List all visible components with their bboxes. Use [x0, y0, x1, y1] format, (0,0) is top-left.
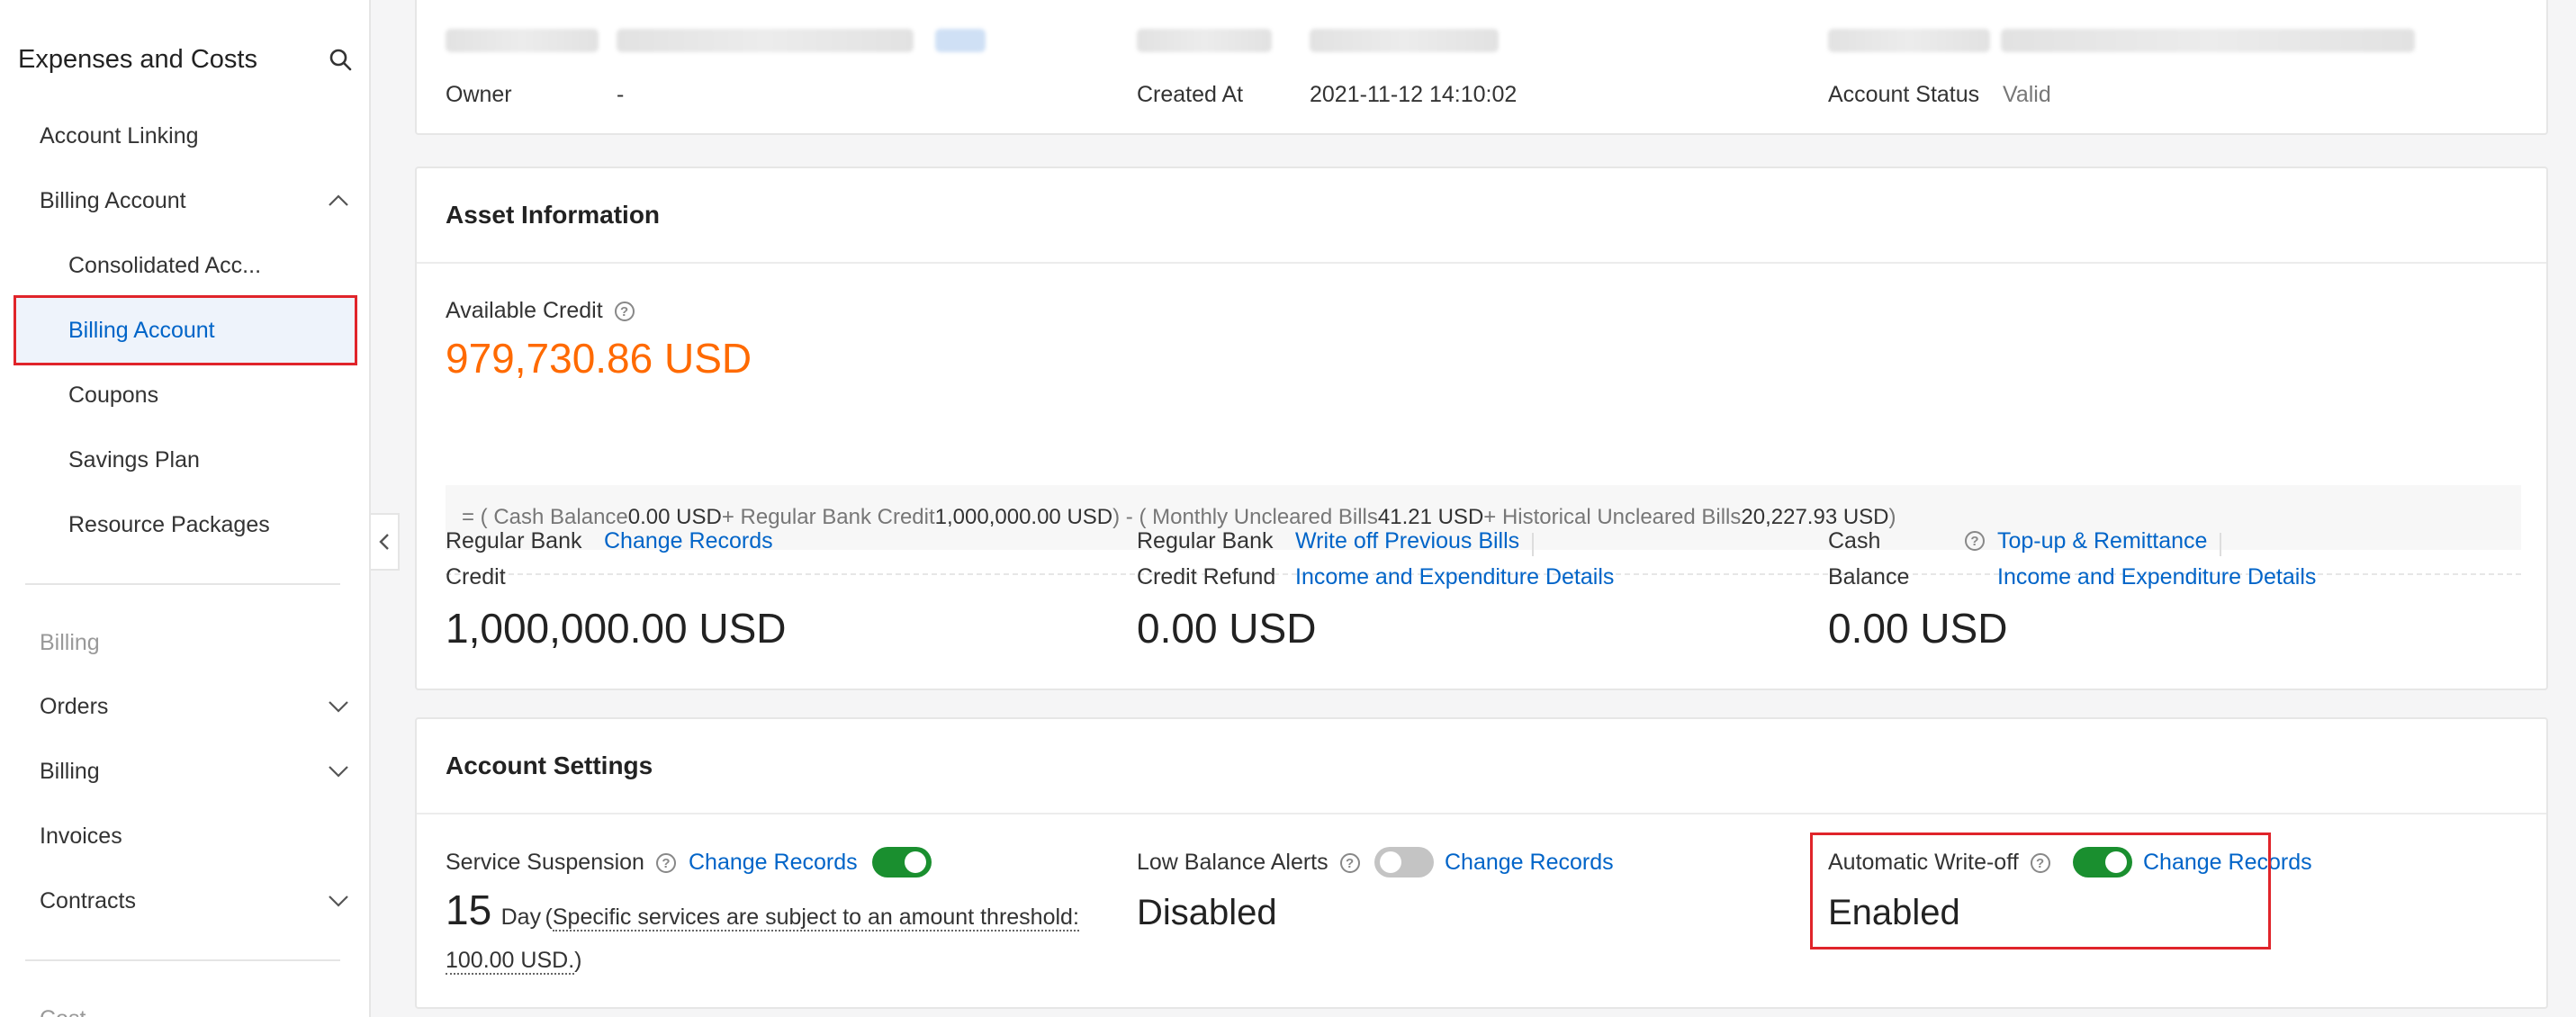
sidebar-item-coupons[interactable]: Coupons: [0, 366, 371, 424]
sidebar-header: Expenses and Costs: [18, 40, 360, 79]
owner-label: Owner: [446, 82, 512, 107]
service-suspension-toggle[interactable]: [872, 847, 932, 878]
redacted-label: [1828, 29, 1990, 52]
cash-balance-value: 0.00 USD: [1828, 605, 2008, 652]
created-at-value: 2021-11-12 14:10:02: [1310, 82, 1518, 107]
redacted-label: [1137, 29, 1272, 52]
sidebar-item-orders[interactable]: Orders: [0, 678, 371, 735]
highlight-box: [1810, 832, 2271, 950]
sidebar-title: Expenses and Costs: [18, 44, 257, 74]
sidebar-item-resource-packages[interactable]: Resource Packages: [0, 496, 371, 554]
suspension-unit: Day: [500, 904, 542, 930]
help-icon[interactable]: ?: [1339, 853, 1360, 874]
account-settings-panel: Account Settings Service Suspension ? Ch…: [415, 717, 2548, 1009]
bank-credit-label-2: Credit: [446, 564, 506, 590]
separator: [1532, 532, 1535, 556]
redacted-value: [2001, 29, 2415, 52]
account-info-panel: Owner - Created At 2021-11-12 14:10:02 A…: [415, 0, 2548, 135]
write-off-link-wrap: Write off Previous Bills: [1295, 528, 1535, 556]
chevron-up-icon: [329, 194, 348, 206]
historical-uncleared-value: 20,227.93 USD: [1741, 505, 1889, 529]
top-up-link-wrap: Top-up & Remittance: [1997, 528, 2222, 556]
write-off-previous-bills-link[interactable]: Write off Previous Bills: [1295, 528, 1519, 554]
redacted-link: [935, 29, 986, 52]
chevron-left-icon: [379, 534, 389, 550]
available-credit-value: 979,730.86 USD: [446, 335, 752, 382]
sidebar-group-billing: Billing: [40, 630, 100, 655]
monthly-uncleared-value: 41.21 USD: [1377, 505, 1484, 529]
chevron-down-icon: [329, 896, 348, 907]
owner-value: -: [617, 82, 625, 107]
bank-refund-label-2: Credit Refund: [1137, 564, 1276, 590]
sidebar-item-savings-plan[interactable]: Savings Plan: [0, 431, 371, 489]
cash-balance-label: Cash: [1828, 528, 1881, 554]
cash-income-details-link[interactable]: Income and Expenditure Details: [1997, 564, 2316, 590]
low-balance-state: Disabled: [1137, 893, 1277, 932]
asset-information-panel: Asset Information Available Credit ? 979…: [415, 166, 2548, 690]
suspension-change-records-link[interactable]: Change Records: [689, 850, 858, 876]
redacted-label: [446, 29, 599, 52]
bank-refund-label: Regular Bank: [1137, 528, 1274, 554]
sidebar: Expenses and Costs Account Linking Billi…: [0, 0, 371, 1017]
panel-title: Asset Information: [417, 168, 2546, 264]
chevron-down-icon: [329, 701, 348, 713]
cash-balance-label-2: Balance: [1828, 564, 1910, 590]
low-balance-alerts-label: Low Balance Alerts ?: [1137, 850, 1360, 876]
sidebar-item-billing-account-group[interactable]: Billing Account: [0, 172, 371, 230]
sidebar-item-contracts[interactable]: Contracts: [0, 872, 371, 930]
created-at-label: Created At: [1137, 82, 1244, 107]
sidebar-divider: [25, 959, 340, 961]
toggle-knob: [1380, 851, 1401, 873]
cash-balance-value: 0.00 USD: [627, 505, 722, 529]
low-balance-change-records-link[interactable]: Change Records: [1445, 850, 1614, 876]
toggle-knob: [905, 851, 926, 873]
sidebar-item-billing[interactable]: Billing: [0, 742, 371, 800]
help-icon[interactable]: ?: [614, 302, 635, 322]
sidebar-item-account-linking[interactable]: Account Linking: [0, 107, 371, 165]
sidebar-item-consolidated-account[interactable]: Consolidated Acc...: [0, 237, 371, 294]
help-icon[interactable]: ?: [1965, 531, 1985, 551]
chevron-down-icon: [329, 766, 348, 778]
bank-credit-value: 1,000,000.00 USD: [934, 505, 1113, 529]
suspension-threshold-note[interactable]: Specific services are subject to an amou…: [446, 904, 1079, 975]
bank-credit-label: Regular Bank: [446, 528, 582, 554]
separator: [2220, 532, 2222, 556]
collapse-sidebar-button[interactable]: [371, 513, 400, 571]
help-icon[interactable]: ?: [655, 853, 676, 874]
redacted-value: [617, 29, 914, 52]
panel-title: Account Settings: [417, 719, 2546, 814]
available-credit-label: Available Credit ?: [446, 298, 635, 324]
suspension-days: 15: [446, 886, 492, 933]
suspension-detail: 15 Day (Specific services are subject to…: [446, 886, 1079, 975]
bank-refund-income-details-link[interactable]: Income and Expenditure Details: [1295, 564, 1614, 590]
top-up-remittance-link[interactable]: Top-up & Remittance: [1997, 528, 2207, 554]
bank-credit-value: 1,000,000.00 USD: [446, 605, 787, 652]
bank-credit-change-records-link[interactable]: Change Records: [604, 528, 773, 554]
account-status-value: Valid: [2003, 82, 2051, 107]
sidebar-item-billing-account[interactable]: Billing Account: [14, 295, 357, 365]
redacted-value: [1310, 29, 1499, 52]
sidebar-item-invoices[interactable]: Invoices: [0, 807, 371, 865]
bank-refund-value: 0.00 USD: [1137, 605, 1317, 652]
account-status-label: Account Status: [1828, 82, 1980, 107]
sidebar-divider: [25, 583, 340, 585]
search-icon[interactable]: [320, 40, 360, 79]
sidebar-group-cost: Cost: [40, 1006, 86, 1017]
low-balance-alerts-toggle[interactable]: [1374, 847, 1434, 878]
service-suspension-label: Service Suspension ?: [446, 850, 676, 876]
